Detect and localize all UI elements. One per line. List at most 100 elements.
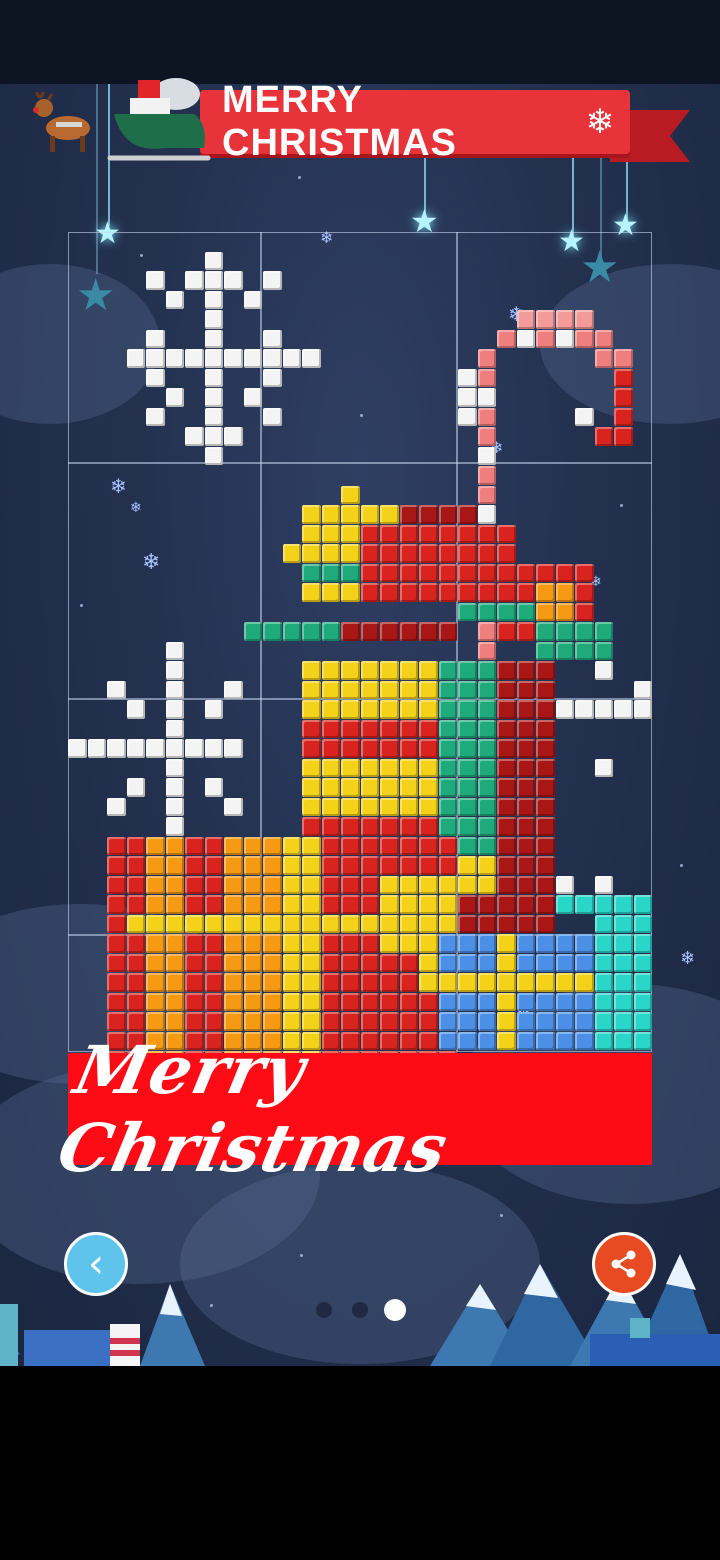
puzzle-brick (380, 680, 399, 699)
puzzle-brick (204, 251, 223, 270)
puzzle-brick (341, 758, 360, 777)
puzzle-brick (516, 895, 535, 914)
puzzle-brick (497, 602, 516, 621)
puzzle-brick (321, 505, 340, 524)
puzzle-brick (380, 914, 399, 933)
puzzle-brick (438, 914, 457, 933)
reindeer-icon (33, 92, 90, 152)
puzzle-brick (302, 544, 321, 563)
puzzle-brick (458, 505, 477, 524)
back-button[interactable]: ‹ (64, 1232, 128, 1296)
puzzle-brick (438, 719, 457, 738)
puzzle-brick (282, 973, 301, 992)
puzzle-brick (536, 875, 555, 894)
puzzle-brick (497, 329, 516, 348)
puzzle-brick (341, 914, 360, 933)
puzzle-brick (224, 895, 243, 914)
star (300, 1254, 303, 1257)
puzzle-brick (399, 895, 418, 914)
puzzle-brick (419, 895, 438, 914)
puzzle-brick (458, 368, 477, 387)
puzzle-brick (516, 836, 535, 855)
puzzle-brick (516, 602, 535, 621)
puzzle-brick (165, 641, 184, 660)
puzzle-brick (302, 719, 321, 738)
puzzle-brick (458, 875, 477, 894)
puzzle-brick (204, 407, 223, 426)
puzzle-brick (516, 1012, 535, 1031)
puzzle-brick (263, 973, 282, 992)
puzzle-brick (536, 719, 555, 738)
puzzle-brick (438, 895, 457, 914)
share-button[interactable] (592, 1232, 656, 1296)
puzzle-brick (165, 739, 184, 758)
puzzle-brick (555, 641, 574, 660)
puzzle-brick (555, 563, 574, 582)
puzzle-brick (126, 992, 145, 1011)
puzzle-brick (360, 700, 379, 719)
puzzle-brick (341, 680, 360, 699)
puzzle-brick (399, 836, 418, 855)
puzzle-brick (302, 797, 321, 816)
puzzle-brick (302, 505, 321, 524)
puzzle-brick (380, 895, 399, 914)
puzzle-brick (458, 836, 477, 855)
puzzle-brick (243, 856, 262, 875)
puzzle-brick (555, 602, 574, 621)
puzzle-brick (497, 992, 516, 1011)
puzzle-brick (399, 622, 418, 641)
puzzle-brick (536, 758, 555, 777)
puzzle-brick (302, 622, 321, 641)
page-dot[interactable] (316, 1302, 332, 1318)
page-dot-active[interactable] (384, 1299, 406, 1321)
puzzle-brick (146, 1012, 165, 1031)
puzzle-brick (438, 680, 457, 699)
puzzle-brick (555, 700, 574, 719)
puzzle-brick (185, 856, 204, 875)
puzzle-brick (146, 934, 165, 953)
puzzle-brick (438, 1012, 457, 1031)
snowflake-icon: ❄ (585, 102, 615, 142)
caption-banner: Merry Christmas (51, 1031, 652, 1187)
santa-sleigh-icon (107, 78, 211, 161)
puzzle-brick (302, 836, 321, 855)
puzzle-brick (458, 524, 477, 543)
puzzle-brick (146, 992, 165, 1011)
puzzle-brick (438, 778, 457, 797)
puzzle-brick (204, 388, 223, 407)
puzzle-brick (633, 700, 652, 719)
puzzle-brick (321, 875, 340, 894)
puzzle-brick (360, 797, 379, 816)
puzzle-brick (497, 680, 516, 699)
puzzle-brick (614, 934, 633, 953)
puzzle-brick (282, 875, 301, 894)
puzzle-brick (497, 934, 516, 953)
puzzle-brick (341, 544, 360, 563)
puzzle-brick (185, 739, 204, 758)
puzzle-brick (380, 797, 399, 816)
puzzle-brick (575, 1012, 594, 1031)
puzzle-brick (224, 934, 243, 953)
puzzle-brick (204, 427, 223, 446)
puzzle-brick (165, 290, 184, 309)
puzzle-brick (555, 875, 574, 894)
puzzle-brick (204, 836, 223, 855)
puzzle-brick (419, 739, 438, 758)
puzzle-brick (204, 953, 223, 972)
puzzle-brick (594, 700, 613, 719)
page-dot[interactable] (352, 1302, 368, 1318)
puzzle-brick (575, 895, 594, 914)
puzzle-brick (321, 934, 340, 953)
puzzle-brick (263, 407, 282, 426)
puzzle-brick (555, 329, 574, 348)
puzzle-brick (458, 1012, 477, 1031)
puzzle-brick (438, 856, 457, 875)
puzzle-brick (165, 388, 184, 407)
puzzle-brick (165, 817, 184, 836)
puzzle-brick (594, 349, 613, 368)
puzzle-brick (516, 953, 535, 972)
puzzle-brick (243, 349, 262, 368)
puzzle-brick (458, 934, 477, 953)
puzzle-brick (126, 778, 145, 797)
puzzle-brick (438, 622, 457, 641)
